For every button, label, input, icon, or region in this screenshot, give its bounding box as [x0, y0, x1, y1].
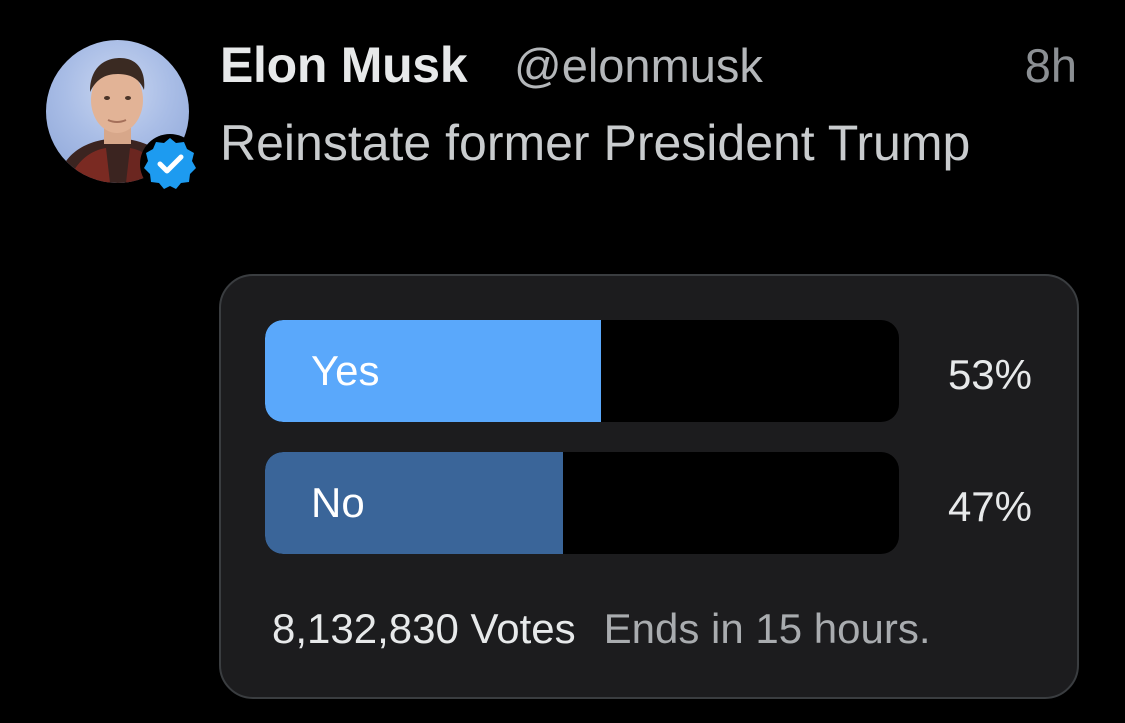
- poll-ends-in: Ends in 15 hours.: [603, 605, 931, 652]
- author-name[interactable]: Elon Musk: [220, 36, 468, 94]
- poll-option-percent: 47%: [947, 483, 1032, 530]
- poll-card: Yes 53% No 47% 8,132,830 Votes Ends in 15…: [219, 274, 1079, 699]
- author-handle[interactable]: @elonmusk: [514, 38, 763, 93]
- vote-count: 8,132,830 Votes: [272, 605, 576, 652]
- tweet-timestamp[interactable]: 8h: [1025, 38, 1077, 93]
- poll-footer: 8,132,830 Votes Ends in 15 hours.: [272, 605, 930, 653]
- poll-option-label: Yes: [311, 347, 380, 394]
- poll-option-label: No: [311, 479, 365, 526]
- poll-option-no[interactable]: No: [265, 452, 899, 554]
- poll-option-percent: 53%: [947, 351, 1032, 398]
- poll-option-yes[interactable]: Yes: [265, 320, 899, 422]
- verified-check-icon: [140, 134, 200, 194]
- poll-fill-bar: [265, 452, 563, 554]
- tweet-text: Reinstate former President Trump: [220, 115, 971, 171]
